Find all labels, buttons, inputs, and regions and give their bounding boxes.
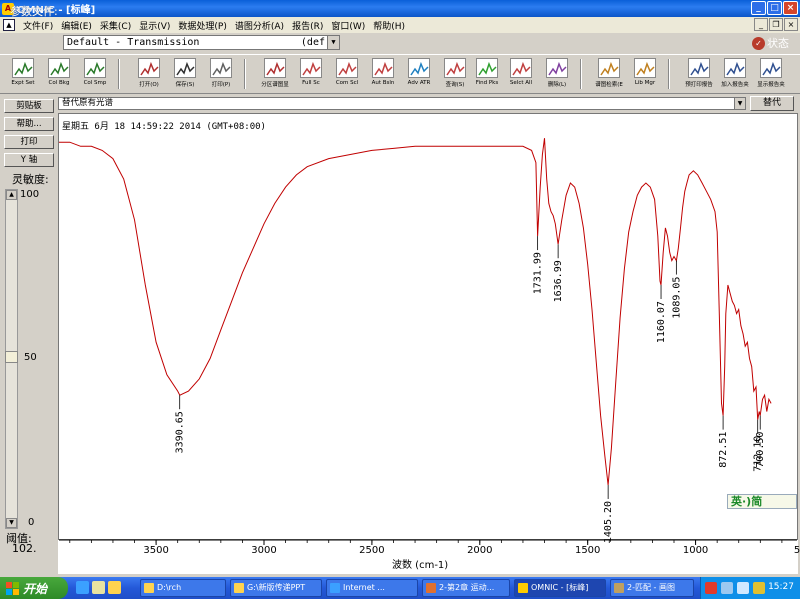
ie-icon <box>330 583 340 593</box>
peak-label: 872.51 <box>718 432 729 468</box>
folder-icon <box>144 583 154 593</box>
task-label: G:\新版传递PPT <box>247 583 306 592</box>
spectrum-header: 星期五 6月 18 14:59:22 2014 (GMT+08:00) <box>62 122 266 132</box>
task-folder-ppt[interactable]: G:\新版传递PPT <box>230 579 322 597</box>
spectrum-chart: 3390.65 1731.99 1636.99 1405.20 1160.07 1089.… <box>59 138 800 556</box>
task-omnic[interactable]: OMNIC - [标峰] <box>514 579 606 597</box>
peak-label: 1636.99 <box>553 260 564 302</box>
peak-label: 1405.20 <box>603 501 614 543</box>
ime-indicator[interactable]: 英·)简 <box>727 494 797 509</box>
tray-network-icon[interactable] <box>721 582 733 594</box>
peak-label: 1731.99 <box>533 252 544 294</box>
desktop-quicklaunch-icon[interactable] <box>92 581 105 594</box>
taskbar: 开始 D:\rch G:\新版传递PPT Internet ... 2-第2章 … <box>0 577 800 599</box>
x-axis-label: 波数 (cm-1) <box>392 560 449 571</box>
clock: 15:27 <box>768 582 794 592</box>
tray-s-icon[interactable] <box>705 582 717 594</box>
folder-icon <box>234 583 244 593</box>
x-axis-tick-label: 1000 <box>683 545 708 556</box>
start-button[interactable]: 开始 <box>0 577 68 599</box>
paint-icon <box>614 583 624 593</box>
ie-quicklaunch-icon[interactable] <box>76 581 89 594</box>
task-label: 2-第2章 运动... <box>439 583 495 592</box>
peak-label: 1089.05 <box>671 277 682 319</box>
start-label: 开始 <box>23 581 48 596</box>
x-axis-tick-label: 2500 <box>359 545 384 556</box>
peak-label: 3390.65 <box>175 411 186 453</box>
x-axis-tick-label: 1500 <box>575 545 600 556</box>
x-axis-tick-label: 3500 <box>143 545 168 556</box>
tray-volume-icon[interactable] <box>737 582 749 594</box>
x-axis-tick-label: 2000 <box>467 545 492 556</box>
task-label: 2-匹配 - 画图 <box>627 583 675 592</box>
windows-logo-icon <box>6 581 19 595</box>
x-axis-tick-label: 500 <box>794 545 800 556</box>
peak-label: 700.50 <box>755 432 766 468</box>
task-label: Internet ... <box>343 583 385 592</box>
omnic-icon <box>518 583 528 593</box>
peak-label: 1160.07 <box>656 301 667 343</box>
folder-quicklaunch-icon[interactable] <box>108 581 121 594</box>
task-folder-rch[interactable]: D:\rch <box>140 579 226 597</box>
tray-security-icon[interactable] <box>753 582 765 594</box>
x-axis-tick-label: 3000 <box>251 545 276 556</box>
system-tray: 15:27 <box>700 577 800 599</box>
task-label: OMNIC - [标峰] <box>531 583 589 592</box>
task-paint[interactable]: 2-匹配 - 画图 <box>610 579 694 597</box>
task-label: D:\rch <box>157 583 182 592</box>
task-internet-explorer[interactable]: Internet ... <box>326 579 418 597</box>
document-icon <box>426 583 436 593</box>
task-document[interactable]: 2-第2章 运动... <box>422 579 510 597</box>
